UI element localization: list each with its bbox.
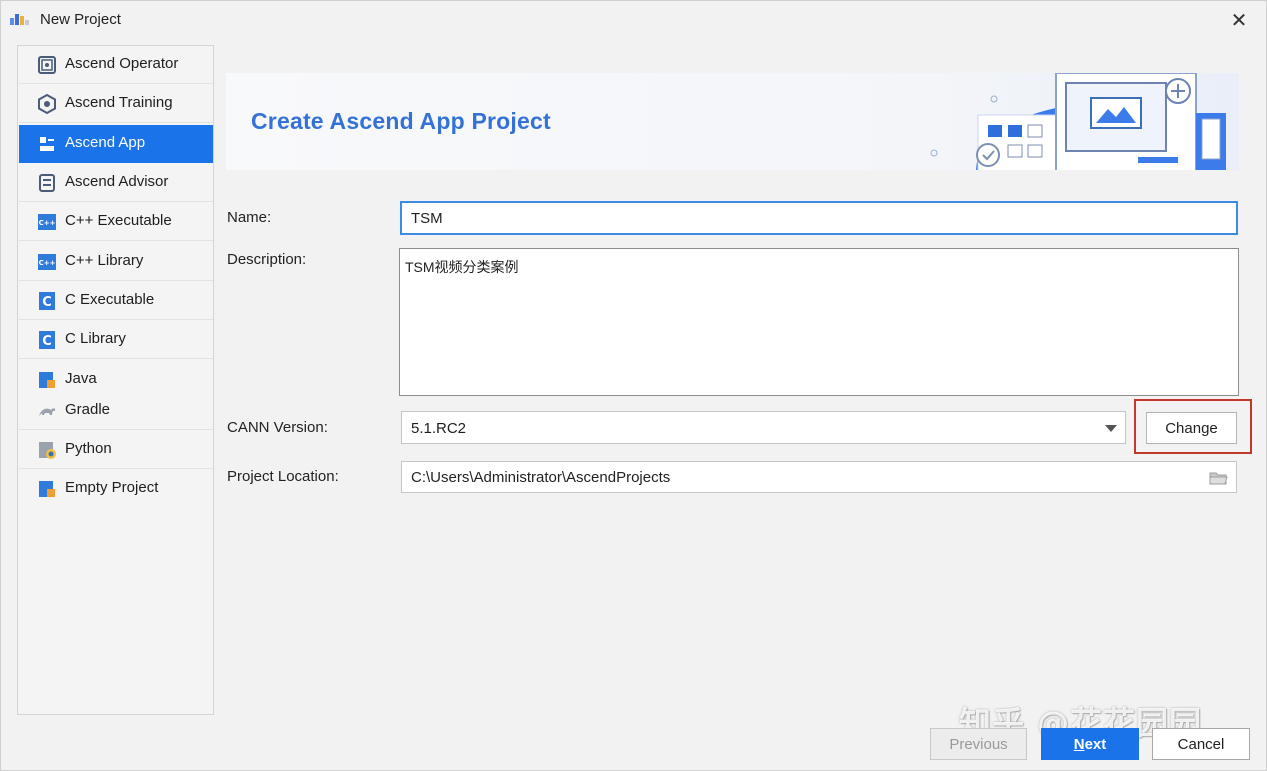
sidebar-item-c-library[interactable]: C C Library: [19, 321, 213, 359]
java-icon: [39, 372, 55, 388]
name-input[interactable]: [400, 201, 1238, 235]
description-textarea[interactable]: TSM视频分类案例: [399, 248, 1239, 396]
description-label: Description:: [227, 251, 307, 268]
folder-icon[interactable]: [1209, 471, 1228, 485]
sidebar-item-ascend-training[interactable]: Ascend Training: [19, 85, 213, 123]
python-icon: [39, 442, 56, 459]
project-type-list: Ascend Operator Ascend Training Ascend A…: [17, 45, 214, 715]
sidebar-item-label: Ascend Training: [65, 94, 173, 111]
cann-version-select[interactable]: 5.1.RC2: [401, 411, 1126, 444]
empty-project-icon: [39, 481, 55, 497]
cann-version-value: 5.1.RC2: [411, 420, 467, 437]
ascend-operator-icon: [38, 56, 56, 74]
sidebar-item-ascend-advisor[interactable]: Ascend Advisor: [19, 164, 213, 202]
sidebar-item-label: Python: [65, 440, 112, 457]
sidebar-item-python[interactable]: Python: [19, 431, 213, 469]
title-bar: New Project ✕: [1, 1, 1266, 39]
change-button[interactable]: Change: [1146, 412, 1237, 444]
sidebar-item-empty-project[interactable]: Empty Project: [19, 470, 213, 508]
sidebar-item-label: C Executable: [65, 291, 155, 308]
sidebar-item-label: Ascend Operator: [65, 55, 179, 72]
sidebar-item-label: Java: [65, 370, 97, 387]
c-library-icon: C: [39, 331, 55, 349]
sidebar-item-label: Gradle: [65, 401, 111, 418]
sidebar-item-label: C++ Executable: [65, 212, 172, 229]
new-project-dialog: New Project ✕ Ascend Operator Ascend Tra…: [0, 0, 1267, 771]
project-location-label: Project Location:: [227, 468, 339, 485]
sidebar-item-gradle[interactable]: Gradle: [19, 392, 213, 430]
sidebar-item-label: Ascend App: [65, 134, 146, 151]
sidebar-item-ascend-operator[interactable]: Ascend Operator: [19, 46, 213, 84]
cann-version-label: CANN Version:: [227, 419, 328, 436]
sidebar-item-c-executable[interactable]: C C Executable: [19, 282, 213, 320]
project-location-input[interactable]: C:\Users\Administrator\AscendProjects: [401, 461, 1237, 493]
close-icon[interactable]: ✕: [1225, 7, 1253, 33]
previous-button[interactable]: Previous: [930, 728, 1027, 760]
cpp-executable-icon: C++: [38, 214, 56, 230]
svg-text:C++: C++: [39, 259, 56, 267]
ascend-advisor-icon: [39, 174, 55, 192]
sidebar-item-cpp-executable[interactable]: C++ C++ Executable: [19, 203, 213, 241]
illustration-icon: [930, 73, 1226, 170]
ascend-app-icon: [40, 137, 54, 151]
svg-text:C: C: [42, 295, 52, 310]
window-title: New Project: [40, 11, 121, 28]
sidebar-item-label: Ascend Advisor: [65, 173, 169, 190]
sidebar-item-label: Empty Project: [65, 479, 159, 496]
c-executable-icon: C: [39, 292, 55, 310]
sidebar-item-label: C++ Library: [65, 252, 144, 269]
cpp-library-icon: C++: [38, 254, 56, 270]
svg-text:C++: C++: [39, 219, 56, 227]
app-logo-icon: [10, 14, 29, 25]
next-button[interactable]: Next: [1041, 728, 1139, 760]
page-title: Create Ascend App Project: [251, 108, 551, 134]
header-banner: Create Ascend App Project: [226, 73, 1239, 170]
sidebar-item-label: C Library: [65, 330, 126, 347]
next-button-label: ext: [1084, 735, 1107, 753]
sidebar-item-ascend-app[interactable]: Ascend App: [19, 125, 213, 163]
sidebar-item-cpp-library[interactable]: C++ C++ Library: [19, 243, 213, 281]
ascend-training-icon: [38, 94, 56, 114]
chevron-down-icon: [1105, 425, 1117, 432]
name-label: Name:: [227, 209, 272, 226]
svg-text:C: C: [42, 334, 52, 349]
cancel-button[interactable]: Cancel: [1152, 728, 1250, 760]
project-location-value: C:\Users\Administrator\AscendProjects: [411, 469, 671, 486]
next-button-mnemonic: N: [1073, 735, 1085, 753]
gradle-icon: [39, 408, 56, 416]
